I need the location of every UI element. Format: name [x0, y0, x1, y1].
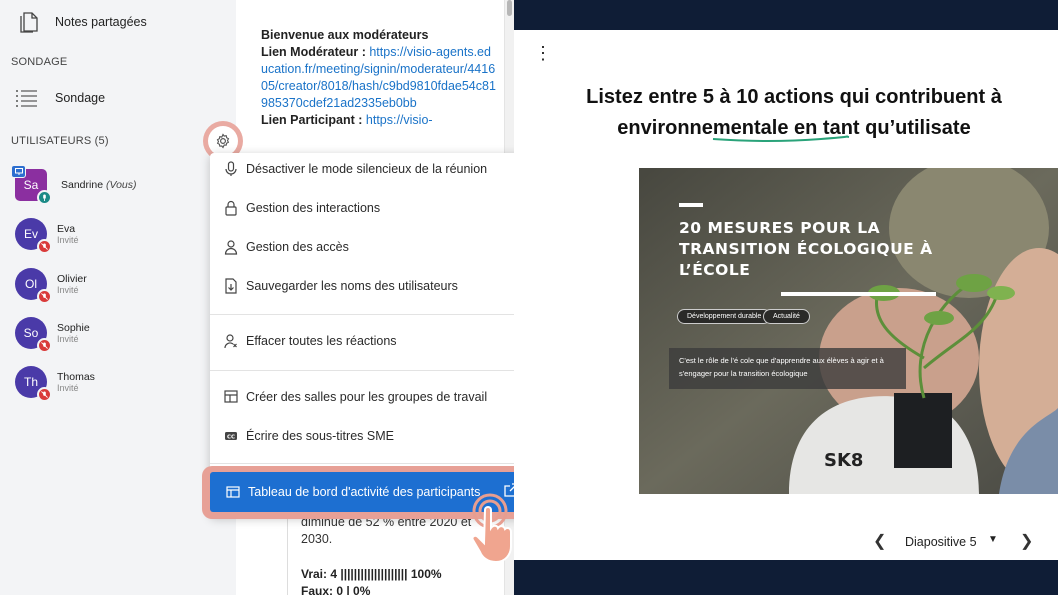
- users-section-heading: UTILISATEURS (5): [11, 135, 109, 147]
- poll-result-false: Faux: 0 | 0%: [301, 584, 371, 595]
- user-role: Invité: [57, 333, 79, 344]
- avatar-initials: Ev: [23, 227, 38, 241]
- presentation-area: ⋮ Listez entre 5 à 10 actions qui contri…: [514, 0, 1058, 595]
- microphone-icon: [225, 161, 237, 176]
- user-list-item[interactable]: Th Thomas Invité: [15, 366, 95, 402]
- participant-link-label: Lien Participant :: [261, 113, 363, 127]
- slide-selector[interactable]: Diapositive 5: [905, 535, 977, 549]
- user-clear-icon: [224, 334, 237, 349]
- dashboard-icon: [226, 486, 240, 498]
- poll-question-text: diminue de 52 % entre 2020 et 2030.: [301, 515, 472, 546]
- user-name: Sophie: [57, 321, 90, 334]
- poll-result-true: Vrai: 4 |||||||||||||||||||| 100%: [301, 567, 442, 581]
- microphone-icon: [37, 190, 52, 205]
- gear-icon: [216, 133, 230, 149]
- shared-notes-label: Notes partagées: [55, 15, 147, 29]
- tag-badge: Actualité: [763, 309, 810, 324]
- menu-item-breakout-rooms[interactable]: Créer des salles pour les groupes de tra…: [224, 389, 487, 405]
- user-icon: [224, 240, 238, 255]
- microphone-muted-icon: [37, 338, 52, 353]
- user-role: Invité: [57, 382, 79, 393]
- slide: ⋮ Listez entre 5 à 10 actions qui contri…: [514, 30, 1058, 560]
- menu-separator: [210, 370, 533, 371]
- list-icon: [16, 90, 37, 107]
- user-list-item[interactable]: Ev Eva Invité: [15, 218, 79, 254]
- user-list-item[interactable]: So Sophie Invité: [15, 317, 90, 353]
- highlight-underline: [712, 135, 850, 142]
- menu-item-interactions[interactable]: Gestion des interactions: [224, 200, 380, 216]
- shirt-text: SK8: [824, 450, 863, 471]
- welcome-message: Bienvenue aux modérateurs Lien Modérateu…: [261, 27, 496, 129]
- avatar-initials: Ol: [25, 277, 37, 291]
- lock-icon: [225, 200, 237, 216]
- microphone-muted-icon: [37, 387, 52, 402]
- moderator-link-label: Lien Modérateur :: [261, 45, 366, 59]
- chevron-down-icon[interactable]: ▼: [988, 534, 998, 545]
- microphone-muted-icon: [37, 289, 52, 304]
- activity-dashboard-label: Tableau de bord d'activité des participa…: [248, 485, 481, 499]
- poll-section-heading: SONDAGE: [11, 56, 68, 68]
- user-name: Eva: [57, 222, 76, 235]
- settings-button[interactable]: [208, 126, 238, 156]
- user-name: Thomas: [57, 370, 95, 383]
- menu-item-captions[interactable]: CC Écrire des sous-titres SME: [224, 428, 394, 444]
- avatar-initials: Th: [23, 375, 38, 389]
- user-name: Sandrine (Vous): [61, 178, 137, 191]
- menu-item-save-usernames[interactable]: Sauvegarder les noms des utilisateurs: [224, 278, 458, 294]
- poll-item[interactable]: Sondage: [15, 88, 105, 108]
- user-role: Invité: [57, 284, 79, 295]
- menu-item-access[interactable]: Gestion des accès: [224, 239, 349, 255]
- file-download-icon: [225, 278, 237, 294]
- menu-separator: [210, 463, 533, 464]
- settings-dropdown-menu: Désactiver le mode silencieux de la réun…: [210, 153, 533, 517]
- presenter-icon: [11, 165, 26, 178]
- user-list-item[interactable]: Ol Olivier Invité: [15, 268, 87, 304]
- avatar-initials: So: [23, 326, 39, 340]
- microphone-muted-icon: [37, 239, 52, 254]
- closed-captions-icon: CC: [225, 432, 237, 441]
- svg-text:CC: CC: [227, 435, 235, 441]
- avatar: Th: [15, 366, 52, 402]
- avatar: Ev: [15, 218, 52, 254]
- avatar-initials: Sa: [23, 178, 39, 192]
- tag-badge: Développement durable: [677, 309, 772, 324]
- poll-label: Sondage: [55, 91, 106, 105]
- poll-results: Vrai: 4 |||||||||||||||||||| 100% Faux: …: [301, 566, 442, 595]
- photo-caption: C'est le rôle de l'é cole que d'apprendr…: [669, 348, 906, 389]
- menu-separator: [210, 314, 533, 315]
- next-slide-icon[interactable]: ❯: [1020, 531, 1033, 551]
- welcome-title: Bienvenue aux modérateurs: [261, 28, 429, 42]
- photo-heading: 20 MESURES POUR LA TRANSITION ÉCOLOGIQUE…: [679, 219, 933, 279]
- user-list-item[interactable]: Sa Sandrine (Vous): [11, 165, 137, 205]
- shared-notes-icon: [20, 12, 38, 33]
- user-name: Olivier: [57, 272, 87, 285]
- avatar: Sa: [11, 165, 52, 205]
- user-role: Invité: [57, 234, 79, 245]
- shared-notes-item[interactable]: Notes partagées: [20, 10, 147, 34]
- breakout-rooms-icon: [224, 390, 238, 403]
- menu-item-unmute-meeting[interactable]: Désactiver le mode silencieux de la réun…: [224, 161, 487, 177]
- sidebar: Notes partagées SONDAGE Sondage UTILISAT…: [0, 0, 236, 595]
- scrollbar-thumb[interactable]: [507, 0, 512, 16]
- more-options-icon[interactable]: ⋮: [534, 44, 552, 62]
- participant-link[interactable]: https://visio-: [366, 113, 433, 127]
- avatar: So: [15, 317, 52, 353]
- slide-photo: SK8 20 MESURES POUR LA TRANSITION ÉCOLOG…: [639, 168, 1058, 494]
- slide-navigation: ❮ Diapositive 5 ▼ ❯: [514, 522, 1058, 560]
- menu-item-clear-reactions[interactable]: Effacer toutes les réactions: [224, 333, 397, 349]
- avatar: Ol: [15, 268, 52, 304]
- previous-slide-icon[interactable]: ❮: [873, 531, 886, 551]
